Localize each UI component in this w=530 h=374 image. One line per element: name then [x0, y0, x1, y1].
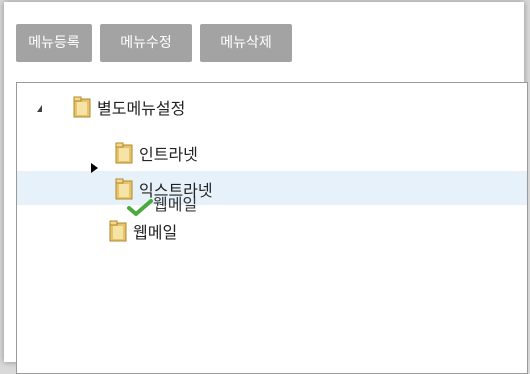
- folder-icon: [115, 142, 133, 164]
- tree-row-root[interactable]: 별도메뉴설정: [17, 91, 527, 125]
- delete-menu-button[interactable]: 메뉴삭제: [200, 24, 292, 62]
- edit-menu-button[interactable]: 메뉴수정: [100, 24, 192, 62]
- tree-node-label: 인트라넷: [139, 145, 198, 164]
- tree-row-extranet[interactable]: 익스트라넷: [17, 163, 527, 205]
- drag-ghost-label: 웹메일: [153, 195, 198, 214]
- folder-icon: [73, 96, 91, 118]
- register-menu-button[interactable]: 메뉴등록: [16, 24, 92, 62]
- triangle-collapsed-icon[interactable]: [91, 163, 98, 173]
- folder-icon: [109, 220, 127, 242]
- triangle-expanded-icon[interactable]: [37, 105, 42, 112]
- tree-node-label: 별도메뉴설정: [97, 99, 186, 118]
- drag-ghost: 웹메일: [125, 191, 198, 216]
- tree-row-webmail[interactable]: 웹메일: [17, 213, 527, 247]
- menu-tree-panel: 별도메뉴설정 인트라넷 익스트라넷 웹메일 웹메일: [16, 82, 528, 374]
- menu-settings-window: 메뉴등록 메뉴수정 메뉴삭제 별도메뉴설정 인트라넷 익스트라넷 웹메일 웹메일: [4, 2, 528, 374]
- tree-node-label: 웹메일: [133, 223, 178, 242]
- toolbar: 메뉴등록 메뉴수정 메뉴삭제: [16, 24, 292, 62]
